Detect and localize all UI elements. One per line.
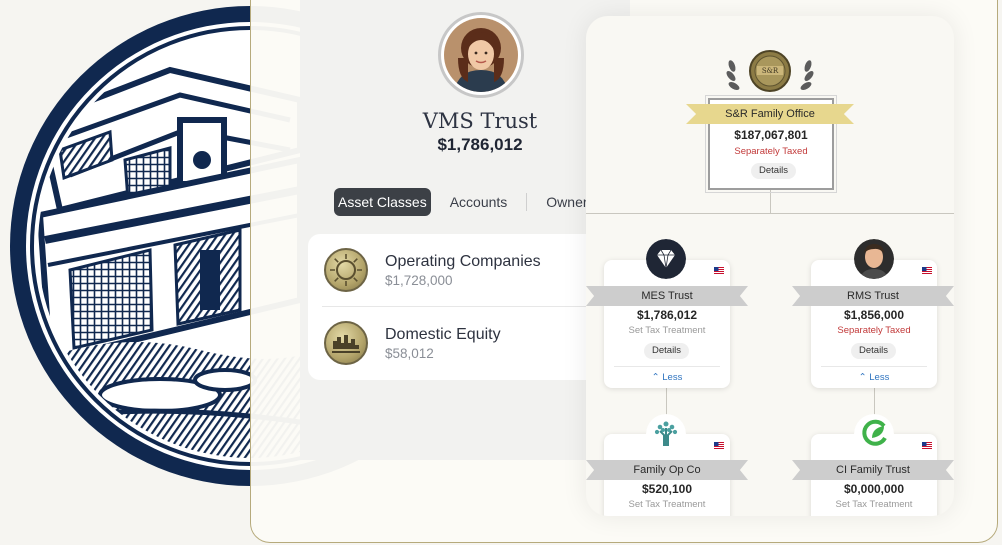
list-item[interactable]: Operating Companies $1,728,000 xyxy=(308,234,630,306)
entity-name-ci-family-trust: CI Family Trust xyxy=(792,460,954,480)
tab-owner[interactable]: Owner xyxy=(541,188,592,216)
diamond-icon xyxy=(646,239,686,279)
tax-status: Separately Taxed xyxy=(734,146,808,157)
asset-value: $58,012 xyxy=(385,346,434,361)
city-coin-icon xyxy=(324,321,368,365)
tab-accounts[interactable]: Accounts xyxy=(445,188,513,216)
entity-value: $1,856,000 xyxy=(843,308,905,322)
entity-name-mes-trust: MES Trust xyxy=(586,286,748,306)
tax-status: Set Tax Treatment xyxy=(835,499,913,510)
entity-panel: VMS Trust $1,786,012 Asset Classes Accou… xyxy=(300,0,630,460)
entity-value: $520,100 xyxy=(641,482,693,496)
tree-icon xyxy=(646,414,686,454)
us-flag-icon xyxy=(922,267,932,274)
details-button[interactable]: Details xyxy=(751,163,797,179)
tab-divider xyxy=(526,193,528,211)
avatar[interactable] xyxy=(438,12,524,98)
less-link[interactable]: ⌃ Less xyxy=(811,372,937,383)
tab-asset-classes[interactable]: Asset Classes xyxy=(334,188,431,216)
entity-card-rms-trust[interactable]: $1,856,000 Separately Taxed Details ⌃ Le… xyxy=(811,260,937,388)
entity-name-rms-trust: RMS Trust xyxy=(792,286,954,306)
tax-status: Set Tax Treatment xyxy=(628,499,706,510)
entity-value: $1,786,012 xyxy=(437,135,523,154)
org-chart: S&R $187,067,801 Separately Taxed Detail… xyxy=(586,16,954,516)
connector-line xyxy=(770,190,771,214)
divider xyxy=(821,366,927,367)
asset-name: Domestic Equity xyxy=(385,326,501,343)
details-button[interactable]: Details xyxy=(851,343,897,359)
us-flag-icon xyxy=(922,442,932,449)
entity-name: VMS Trust xyxy=(422,109,538,133)
man-portrait-icon xyxy=(854,239,894,279)
entity-name-family-op-co: Family Op Co xyxy=(586,460,748,480)
leaf-icon xyxy=(854,414,894,454)
details-button[interactable]: Details xyxy=(644,343,690,359)
root-entity-name: S&R Family Office xyxy=(686,104,854,124)
root-value: $187,067,801 xyxy=(734,128,808,142)
us-flag-icon xyxy=(714,267,724,274)
svg-text:S&R: S&R xyxy=(762,67,779,75)
less-label: Less xyxy=(662,372,683,383)
divider xyxy=(614,366,720,367)
less-link[interactable]: ⌃ Less xyxy=(604,372,730,383)
chevron-up-icon: ⌃ xyxy=(651,372,660,383)
tax-status: Set Tax Treatment xyxy=(628,325,706,336)
chevron-up-icon: ⌃ xyxy=(858,372,867,383)
tab-bar: Asset Classes Accounts Owner xyxy=(334,188,607,216)
asset-list: Operating Companies $1,728,000 Domestic … xyxy=(308,234,630,380)
less-label: Less xyxy=(869,372,890,383)
tax-status: Separately Taxed xyxy=(837,325,911,336)
entity-card-mes-trust[interactable]: $1,786,012 Set Tax Treatment Details ⌃ L… xyxy=(604,260,730,388)
laurel-seal-icon: S&R xyxy=(726,50,814,92)
sun-coin-icon xyxy=(324,248,368,292)
asset-name: Operating Companies xyxy=(385,253,541,270)
entity-value: $1,786,012 xyxy=(636,308,698,322)
entity-value: $0,000,000 xyxy=(843,482,905,496)
us-flag-icon xyxy=(714,442,724,449)
list-item[interactable]: Domestic Equity $58,012 xyxy=(322,306,630,378)
asset-value: $1,728,000 xyxy=(385,273,453,288)
woman-portrait-icon xyxy=(444,18,518,92)
connector-line xyxy=(586,213,954,214)
